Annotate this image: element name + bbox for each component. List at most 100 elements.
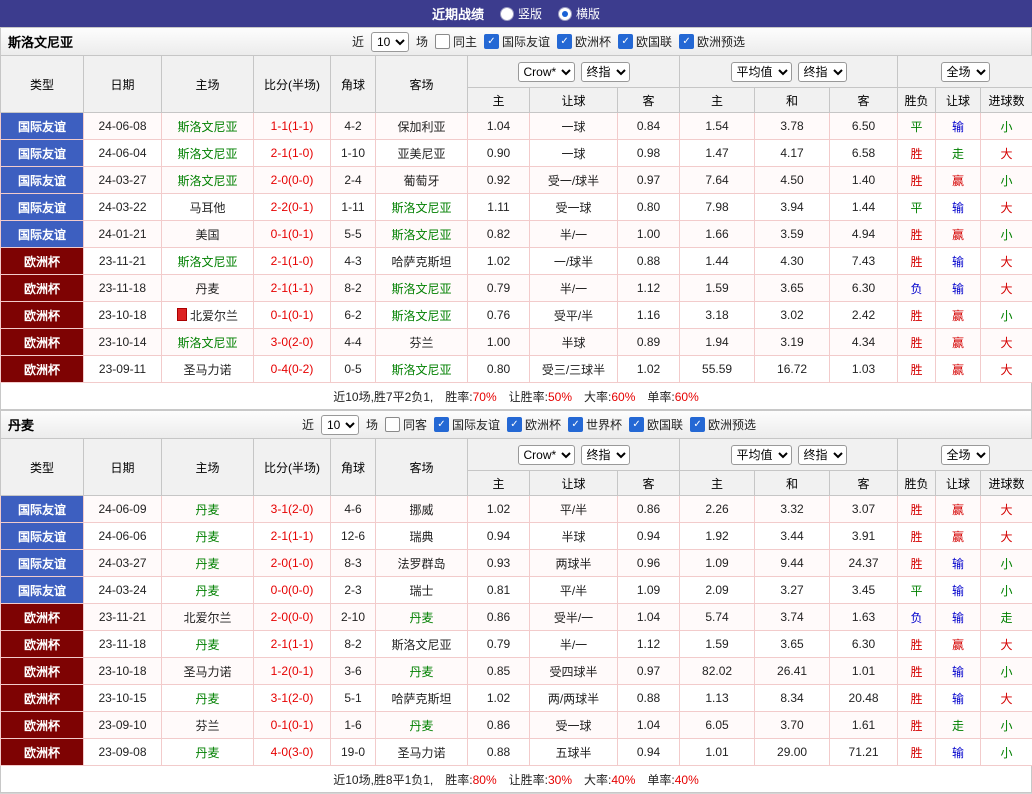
scope-select[interactable]: 全场	[941, 445, 990, 465]
col-type: 类型	[1, 439, 84, 496]
euro-odds-value: 3.65	[755, 631, 830, 658]
col-corner: 角球	[331, 439, 376, 496]
euro-odds-value: 6.50	[830, 113, 898, 140]
euro-odds-value: 3.27	[755, 577, 830, 604]
asian-odds-value: 0.88	[468, 739, 530, 766]
same-venue-checkbox[interactable]: 同主	[435, 33, 477, 50]
asian-odds-value: 1.09	[618, 577, 680, 604]
layout-radio-vertical[interactable]: 竖版	[500, 5, 542, 22]
checkbox-checked-icon	[618, 34, 633, 49]
col-euro-away: 客	[830, 471, 898, 496]
match-type-badge: 欧洲杯	[1, 302, 84, 329]
away-team-cell: 哈萨克斯坦	[376, 248, 468, 275]
match-date: 23-10-18	[84, 302, 162, 329]
league-checkbox[interactable]: 国际友谊	[434, 416, 500, 433]
asian-odds-value: 1.00	[468, 329, 530, 356]
euro-time-select[interactable]: 终指	[798, 445, 847, 465]
league-checkbox[interactable]: 欧洲杯	[507, 416, 561, 433]
home-team-cell: 丹麦	[162, 739, 254, 766]
euro-time-select[interactable]: 终指	[798, 62, 847, 82]
match-row: 欧洲杯23-11-18丹麦2-1(1-1)8-2斯洛文尼亚0.79半/一1.12…	[1, 631, 1032, 658]
result-value: 胜	[898, 248, 936, 275]
match-score: 2-1(1-0)	[254, 140, 331, 167]
league-checkbox[interactable]: 欧国联	[629, 416, 683, 433]
result-value: 胜	[898, 496, 936, 523]
asian-odds-value: 两球半	[530, 550, 618, 577]
corner-score: 1-6	[331, 712, 376, 739]
euro-odds-value: 1.92	[680, 523, 755, 550]
away-team-cell: 斯洛文尼亚	[376, 631, 468, 658]
layout-radio-horizontal[interactable]: 横版	[558, 5, 600, 22]
checkbox-checked-icon	[679, 34, 694, 49]
match-row: 欧洲杯23-09-11圣马力诺0-4(0-2)0-5斯洛文尼亚0.80受三/三球…	[1, 356, 1032, 383]
result-value: 胜	[898, 140, 936, 167]
summary-stat: 单率:60%	[647, 388, 698, 405]
match-date: 23-09-10	[84, 712, 162, 739]
league-checkbox[interactable]: 世界杯	[568, 416, 622, 433]
league-label: 欧洲杯	[575, 33, 611, 50]
corner-score: 0-5	[331, 356, 376, 383]
same-venue-checkbox[interactable]: 同客	[385, 416, 427, 433]
match-score: 1-1(1-1)	[254, 113, 331, 140]
away-team-cell: 亚美尼亚	[376, 140, 468, 167]
bookmaker-select[interactable]: Crow*	[518, 62, 575, 82]
league-checkbox[interactable]: 欧洲预选	[679, 33, 745, 50]
stat-value: 50%	[548, 390, 572, 404]
col-home: 主场	[162, 439, 254, 496]
home-team-cell: 北爱尔兰	[162, 302, 254, 329]
euro-odds-value: 3.44	[755, 523, 830, 550]
league-label: 欧国联	[647, 416, 683, 433]
league-checkbox[interactable]: 欧国联	[618, 33, 672, 50]
euro-odds-value: 7.98	[680, 194, 755, 221]
match-count-select[interactable]: 10	[371, 32, 409, 52]
result-value: 大	[981, 496, 1032, 523]
away-team-name: 瑞典	[409, 530, 433, 544]
corner-score: 3-6	[331, 658, 376, 685]
home-team-name: 马耳他	[189, 201, 225, 215]
stat-value: 70%	[473, 390, 497, 404]
col-away: 客场	[376, 56, 468, 113]
league-checkbox[interactable]: 欧洲预选	[690, 416, 756, 433]
col-asia-away: 客	[618, 88, 680, 113]
euro-odds-value: 1.01	[830, 658, 898, 685]
euro-odds-value: 1.66	[680, 221, 755, 248]
asian-odds-value: 半球	[530, 329, 618, 356]
euro-odds-value: 3.59	[755, 221, 830, 248]
home-team-cell: 芬兰	[162, 712, 254, 739]
home-team-name: 圣马力诺	[183, 665, 231, 679]
league-checkbox[interactable]: 国际友谊	[484, 33, 550, 50]
summary-record: 近10场,胜7平2负1,	[333, 388, 433, 405]
checkbox-checked-icon	[507, 417, 522, 432]
result-value: 负	[898, 604, 936, 631]
stat-label: 大率:	[584, 390, 611, 404]
euro-odds-value: 3.78	[755, 113, 830, 140]
col-away: 客场	[376, 439, 468, 496]
result-value: 赢	[936, 631, 981, 658]
league-label: 国际友谊	[502, 33, 550, 50]
away-team-name: 亚美尼亚	[397, 147, 445, 161]
scope-select[interactable]: 全场	[941, 62, 990, 82]
asia-time-select[interactable]: 终指	[581, 445, 630, 465]
match-date: 24-03-27	[84, 167, 162, 194]
result-value: 小	[981, 113, 1032, 140]
league-checkbox[interactable]: 欧洲杯	[557, 33, 611, 50]
result-value: 输	[936, 685, 981, 712]
euro-odds-value: 20.48	[830, 685, 898, 712]
asian-odds-value: 受四球半	[530, 658, 618, 685]
team-section-slovenia: 斯洛文尼亚 近 10 场 同主 国际友谊欧洲杯欧国联欧洲预选	[0, 27, 1032, 410]
match-flag-icon	[177, 308, 187, 321]
home-team-name: 丹麦	[195, 584, 219, 598]
match-count-select[interactable]: 10	[321, 415, 359, 435]
result-value: 小	[981, 221, 1032, 248]
result-value: 小	[981, 302, 1032, 329]
corner-score: 6-2	[331, 302, 376, 329]
summary-stat: 胜率:80%	[445, 771, 496, 788]
asia-time-select[interactable]: 终指	[581, 62, 630, 82]
euro-odds-value: 1.09	[680, 550, 755, 577]
average-select[interactable]: 平均值	[731, 445, 792, 465]
home-team-cell: 斯洛文尼亚	[162, 167, 254, 194]
average-select[interactable]: 平均值	[731, 62, 792, 82]
home-team-cell: 丹麦	[162, 577, 254, 604]
away-team-name: 斯洛文尼亚	[391, 228, 451, 242]
bookmaker-select[interactable]: Crow*	[518, 445, 575, 465]
